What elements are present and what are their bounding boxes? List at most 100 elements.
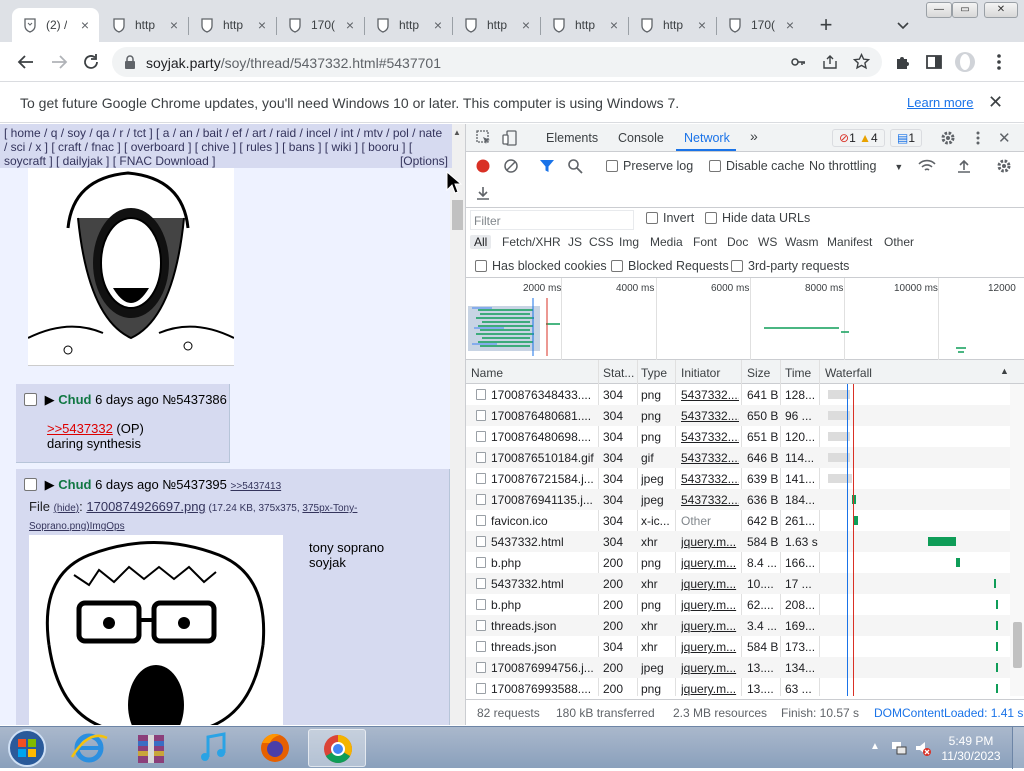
menu-kebab-icon[interactable]: [988, 51, 1010, 73]
learn-more-link[interactable]: Learn more: [907, 95, 973, 110]
hide-link[interactable]: (hide): [54, 503, 80, 514]
volume-muted-icon[interactable]: [914, 739, 932, 757]
browser-tab[interactable]: http ×: [453, 8, 541, 42]
taskbar-firefox[interactable]: [246, 729, 304, 767]
table-scrollbar[interactable]: [1010, 384, 1024, 696]
col-time[interactable]: Time: [785, 366, 811, 380]
table-row[interactable]: 1700876994756.j... 200 jpeg jquery.m... 13..…: [466, 657, 1010, 678]
new-tab-button[interactable]: +: [815, 14, 837, 36]
quote-link[interactable]: >>5437332: [47, 421, 113, 436]
col-status[interactable]: Stat...: [603, 366, 634, 380]
browser-tab-active[interactable]: (2) / ×: [12, 8, 99, 42]
filter-type-fetch-xhr[interactable]: Fetch/XHR: [502, 235, 561, 249]
throttling-select[interactable]: No throttling ▼: [809, 159, 903, 173]
table-row[interactable]: threads.json 200 xhr jquery.m... 3.4 ... 169.…: [466, 615, 1010, 636]
more-tabs-button[interactable]: »: [750, 128, 758, 144]
invert-checkbox[interactable]: Invert: [646, 211, 694, 225]
table-row[interactable]: 1700876993588.... 200 png jquery.m... 13....…: [466, 678, 1010, 699]
post-expand-arrow-icon[interactable]: ▶: [45, 392, 55, 407]
table-row[interactable]: 1700876721584.j... 304 jpeg 5437332.... 639 …: [466, 468, 1010, 489]
back-arrow-icon[interactable]: [15, 51, 37, 73]
table-row[interactable]: 5437332.html 200 xhr jquery.m... 10.... 17 ..…: [466, 573, 1010, 594]
network-overview-timeline[interactable]: 2000 ms 4000 ms 6000 ms 8000 ms 10000 ms…: [466, 278, 1024, 360]
table-row[interactable]: 1700876941135.j... 304 jpeg 5437332.... 636 …: [466, 489, 1010, 510]
filter-type-media[interactable]: Media: [650, 235, 683, 249]
cell-initiator[interactable]: jquery.m...: [681, 661, 739, 675]
board-list[interactable]: [ home / q / soy / qa / r / tct ] [ a / …: [4, 126, 442, 168]
filter-type-font[interactable]: Font: [693, 235, 717, 249]
col-name[interactable]: Name: [471, 366, 503, 380]
filter-type-js[interactable]: JS: [568, 235, 582, 249]
taskbar-music-player[interactable]: [184, 729, 242, 767]
device-toolbar-icon[interactable]: [502, 130, 518, 146]
search-icon[interactable]: [567, 158, 583, 174]
share-icon[interactable]: [822, 54, 838, 70]
table-row[interactable]: 1700876348433.... 304 png 5437332.... 641 B 1…: [466, 384, 1010, 405]
filter-type-css[interactable]: CSS: [589, 235, 614, 249]
filter-type-manifest[interactable]: Manifest: [827, 235, 872, 249]
table-row[interactable]: 1700876480681.... 304 png 5437332.... 650 B 9…: [466, 405, 1010, 426]
export-har-icon[interactable]: [475, 185, 491, 201]
browser-tab[interactable]: http ×: [629, 8, 717, 42]
key-icon[interactable]: [790, 54, 806, 70]
cell-initiator[interactable]: 5437332....: [681, 451, 739, 465]
issues-counter[interactable]: ⊘1 ▲4: [832, 129, 885, 147]
post-image[interactable]: [29, 535, 283, 725]
board-navigation[interactable]: [ home / q / soy / qa / r / tct ] [ a / …: [0, 124, 452, 168]
filter-type-ws[interactable]: WS: [758, 235, 777, 249]
post-number[interactable]: №5437386: [162, 392, 227, 407]
filter-type-all[interactable]: All: [470, 235, 492, 249]
profile-avatar-icon[interactable]: [954, 51, 976, 73]
cell-initiator[interactable]: jquery.m...: [681, 535, 739, 549]
preserve-log-checkbox[interactable]: Preserve log: [606, 159, 693, 173]
taskbar-archive-app[interactable]: [122, 729, 180, 767]
imgops-link[interactable]: ImgOps: [90, 521, 125, 532]
backlink[interactable]: >>5437413: [231, 481, 282, 492]
disable-cache-checkbox[interactable]: Disable cache: [709, 159, 805, 173]
cell-initiator[interactable]: jquery.m...: [681, 619, 739, 633]
page-scroll-thumb[interactable]: [452, 200, 463, 230]
network-conditions-wifi-icon[interactable]: [918, 158, 936, 174]
page-scrollbar[interactable]: ▲: [450, 124, 465, 725]
col-initiator[interactable]: Initiator: [681, 366, 720, 380]
tab-network[interactable]: Network: [684, 131, 730, 145]
filter-input[interactable]: Filter: [470, 210, 634, 230]
table-row[interactable]: b.php 200 png jquery.m... 8.4 ... 166...: [466, 552, 1010, 573]
cell-initiator[interactable]: jquery.m...: [681, 598, 739, 612]
tab-close-icon[interactable]: ×: [606, 17, 622, 33]
tab-close-icon[interactable]: ×: [430, 17, 446, 33]
blocked-cookies-checkbox[interactable]: Has blocked cookies: [475, 259, 607, 273]
tab-console[interactable]: Console: [618, 131, 664, 145]
cell-initiator[interactable]: 5437332....: [681, 409, 739, 423]
taskbar-clock[interactable]: 5:49 PM 11/30/2023: [936, 734, 1006, 764]
col-type[interactable]: Type: [641, 366, 667, 380]
cell-initiator[interactable]: jquery.m...: [681, 556, 739, 570]
table-row[interactable]: 5437332.html 304 xhr jquery.m... 584 B 1.63 s: [466, 531, 1010, 552]
post-checkbox[interactable]: [24, 393, 37, 406]
hide-data-urls-checkbox[interactable]: Hide data URLs: [705, 211, 810, 225]
scroll-up-icon[interactable]: ▲: [453, 128, 461, 137]
cell-initiator[interactable]: 5437332....: [681, 388, 739, 402]
table-row[interactable]: b.php 200 png jquery.m... 62.... 208...: [466, 594, 1010, 615]
lock-icon[interactable]: [124, 55, 136, 69]
file-link[interactable]: 1700874926697.png: [86, 499, 205, 514]
tab-close-icon[interactable]: ×: [254, 17, 270, 33]
taskbar-chrome[interactable]: [308, 729, 366, 767]
tab-close-icon[interactable]: ×: [518, 17, 534, 33]
cell-initiator[interactable]: 5437332....: [681, 430, 739, 444]
maximize-button[interactable]: ▭: [952, 2, 978, 18]
close-devtools-icon[interactable]: ✕: [998, 129, 1011, 147]
network-settings-gear-icon[interactable]: [996, 158, 1012, 174]
side-panel-icon[interactable]: [923, 51, 945, 73]
show-hidden-icons-arrow-icon[interactable]: ▲: [870, 741, 880, 752]
infobar-close-icon[interactable]: ✕: [988, 92, 1003, 113]
col-waterfall[interactable]: Waterfall: [825, 366, 872, 380]
import-har-icon[interactable]: [956, 158, 972, 174]
tab-close-icon[interactable]: ×: [166, 17, 182, 33]
table-scroll-thumb[interactable]: [1013, 622, 1022, 668]
taskbar-internet-explorer[interactable]: [60, 729, 118, 767]
bookmark-star-icon[interactable]: [853, 53, 870, 70]
browser-tab[interactable]: 170( ×: [277, 8, 365, 42]
settings-gear-icon[interactable]: [940, 130, 956, 146]
tab-search-chevron-icon[interactable]: [895, 17, 911, 33]
